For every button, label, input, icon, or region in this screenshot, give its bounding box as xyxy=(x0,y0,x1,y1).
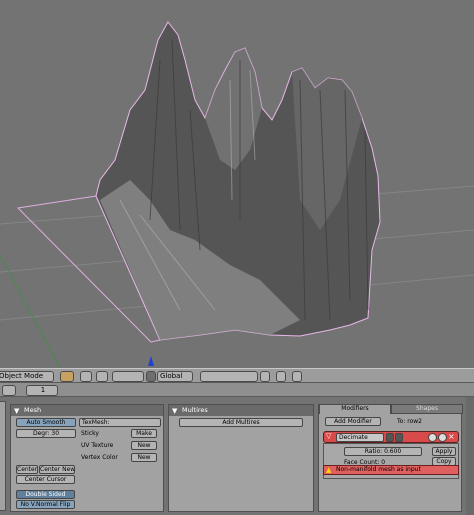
shading-icon[interactable] xyxy=(80,371,92,382)
mode-label: Object Mode xyxy=(0,372,44,380)
manipulator-mode-icon[interactable] xyxy=(146,371,156,382)
modifier-header: ▽ Decimate × xyxy=(323,431,459,443)
mesh-panel: ▼ Mesh Auto Smooth Degr: 30 Center Cente… xyxy=(10,404,164,512)
mode-select[interactable]: Object Mode xyxy=(0,371,54,382)
no-v-normal-flip-button[interactable]: No V.Normal Flip xyxy=(16,500,75,509)
tab-modifiers[interactable]: Modifiers xyxy=(319,404,391,414)
move-down-icon[interactable] xyxy=(438,433,447,442)
modifier-target-label: To: row2 xyxy=(397,418,422,425)
draw-type-icon[interactable] xyxy=(60,371,74,382)
collapse-triangle-icon[interactable]: ▼ xyxy=(14,406,19,417)
pivot-icon[interactable] xyxy=(96,371,108,382)
vertex-color-label: Vertex Color xyxy=(81,454,118,461)
modifiers-panel: Modifiers Shapes Add Modifier To: row2 ▽… xyxy=(318,404,463,512)
link-panel-clipped xyxy=(0,401,6,511)
apply-button[interactable]: Apply xyxy=(432,447,456,456)
manipulator-toggle-group[interactable] xyxy=(112,371,144,382)
orientation-select[interactable]: Global xyxy=(157,371,193,382)
tab-modifiers-label: Modifiers xyxy=(341,405,369,412)
sticky-label: Sticky xyxy=(81,430,99,437)
multires-panel-title: ▼ Multires xyxy=(169,405,313,416)
tab-shapes[interactable]: Shapes xyxy=(391,404,463,414)
modifier-name-field[interactable]: Decimate xyxy=(336,433,384,442)
multires-panel: ▼ Multires Add Multires xyxy=(168,404,314,512)
layer-buttons[interactable] xyxy=(200,371,258,382)
vertex-color-new-button[interactable]: New xyxy=(131,453,157,462)
warning-icon: ▲ xyxy=(326,466,332,474)
manipulator-arrow-icon xyxy=(148,356,154,366)
realtime-toggle-icon[interactable] xyxy=(395,433,403,442)
mesh-panel-title: ▼ Mesh xyxy=(11,405,163,416)
terrain-mesh-render xyxy=(0,21,474,368)
multires-panel-title-text: Multires xyxy=(182,406,208,414)
warning-text: Non-manifold mesh as input xyxy=(336,466,421,473)
tab-shapes-label: Shapes xyxy=(416,405,438,412)
double-sided-button[interactable]: Double Sided xyxy=(16,490,75,499)
lock-icon[interactable] xyxy=(260,371,270,382)
texmesh-field[interactable]: TexMesh: xyxy=(79,418,161,427)
camera-icon[interactable] xyxy=(292,371,302,382)
uv-texture-label: UV Texture xyxy=(81,442,114,449)
ratio-field[interactable]: Ratio: 0.600 xyxy=(344,447,422,456)
scrollbar[interactable] xyxy=(466,397,474,515)
render-toggle-icon[interactable] xyxy=(386,433,394,442)
center-cursor-button[interactable]: Center Cursor xyxy=(16,475,75,484)
3d-view-header: Object Mode Global xyxy=(0,368,474,383)
add-modifier-button[interactable]: Add Modifier xyxy=(325,417,381,426)
modifier-expand-icon[interactable]: ▽ xyxy=(326,432,331,440)
warning-bar: ▲ Non-manifold mesh as input xyxy=(323,465,459,475)
orientation-label: Global xyxy=(160,372,183,380)
frame-number-field[interactable]: 1 xyxy=(26,385,58,396)
3d-viewport[interactable] xyxy=(0,0,474,368)
render-icon[interactable] xyxy=(276,371,286,382)
uv-texture-new-button[interactable]: New xyxy=(131,441,157,450)
degr-field[interactable]: Degr: 30 xyxy=(16,429,76,438)
move-up-icon[interactable] xyxy=(428,433,437,442)
center-button[interactable]: Center xyxy=(16,465,38,474)
frame-number: 1 xyxy=(40,386,46,394)
center-new-button[interactable]: Center New xyxy=(39,465,75,474)
sticky-make-button[interactable]: Make xyxy=(131,429,157,438)
window-type-icon[interactable] xyxy=(2,385,16,396)
mesh-panel-title-text: Mesh xyxy=(24,406,42,414)
add-multires-button[interactable]: Add Multires xyxy=(179,418,303,427)
close-icon[interactable]: × xyxy=(448,432,455,441)
collapse-triangle-icon[interactable]: ▼ xyxy=(172,406,177,417)
buttons-window-header: 1 xyxy=(0,383,474,397)
auto-smooth-button[interactable]: Auto Smooth xyxy=(16,418,76,427)
